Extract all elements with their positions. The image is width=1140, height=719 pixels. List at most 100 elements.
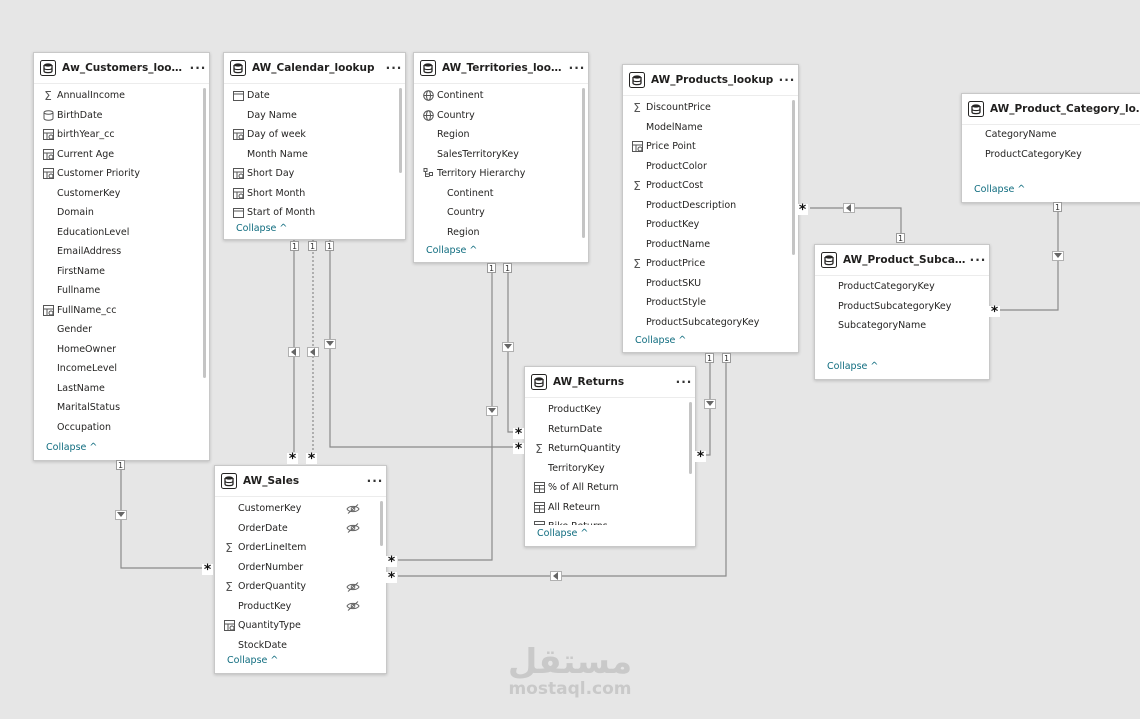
field-row[interactable]: Country (414, 203, 588, 223)
field-row[interactable]: CustomerKey (34, 184, 209, 204)
field-row[interactable]: ProductCategoryKey (815, 277, 989, 297)
field-row[interactable]: EducationLevel (34, 223, 209, 243)
field-row[interactable]: FullName_cc (34, 301, 209, 321)
more-options-icon[interactable]: ··· (383, 61, 405, 75)
field-row[interactable]: Continent (414, 184, 588, 204)
field-row[interactable]: Day of week (224, 125, 405, 145)
field-row[interactable]: ProductSKU (623, 274, 798, 294)
field-row[interactable]: Customer Priority (34, 164, 209, 184)
field-row[interactable]: FirstName (34, 262, 209, 282)
model-canvas[interactable]: Aw_Customers_lookup ··· Σ AnnualIncome Bir… (0, 0, 1140, 719)
field-row[interactable]: Σ ProductCost (623, 176, 798, 196)
field-row[interactable]: Σ OrderQuantity (215, 577, 386, 597)
field-row[interactable]: ProductDescription (623, 196, 798, 216)
field-row[interactable]: SalesTerritoryKey (414, 145, 588, 165)
field-row[interactable]: Bike Returns (525, 517, 695, 525)
collapse-button[interactable]: Collapse ^ (46, 442, 97, 453)
table-calendar[interactable]: AW_Calendar_lookup ··· Date Day Name Day o… (223, 52, 406, 240)
field-row[interactable]: ProductKey (623, 215, 798, 235)
field-row[interactable]: EmailAddress (34, 242, 209, 262)
collapse-button[interactable]: Collapse ^ (635, 335, 686, 346)
field-row[interactable]: ModelName (623, 118, 798, 138)
field-row[interactable]: StockDate (215, 636, 386, 655)
field-row[interactable]: ProductKey (525, 400, 695, 420)
table-header[interactable]: AW_Product_Subcatego... ··· (815, 245, 989, 276)
collapse-button[interactable]: Collapse ^ (426, 245, 477, 256)
hidden-field-icon[interactable] (346, 601, 360, 612)
more-options-icon[interactable]: ··· (364, 474, 386, 488)
hidden-field-icon[interactable] (346, 581, 360, 592)
field-row[interactable]: OrderNumber (215, 558, 386, 578)
field-row[interactable]: Region (414, 223, 588, 242)
field-row[interactable]: Country (414, 106, 588, 126)
field-row[interactable]: IncomeLevel (34, 359, 209, 379)
more-options-icon[interactable]: ··· (967, 253, 989, 267)
scrollbar[interactable] (792, 100, 795, 255)
scrollbar[interactable] (203, 88, 206, 378)
field-row[interactable]: Territory Hierarchy (414, 164, 588, 184)
scrollbar[interactable] (399, 88, 402, 173)
collapse-button[interactable]: Collapse ^ (227, 655, 278, 666)
field-row[interactable]: ProductName (623, 235, 798, 255)
table-customers[interactable]: Aw_Customers_lookup ··· Σ AnnualIncome Bir… (33, 52, 210, 461)
field-row[interactable]: CustomerKey (215, 499, 386, 519)
field-row[interactable]: Start of Month (224, 203, 405, 218)
field-row[interactable]: Σ AnnualIncome (34, 86, 209, 106)
table-header[interactable]: Aw_Customers_lookup ··· (34, 53, 209, 84)
collapse-button[interactable]: Collapse ^ (537, 528, 588, 539)
field-row[interactable]: ProductStyle (623, 293, 798, 313)
more-options-icon[interactable]: ··· (673, 375, 695, 389)
field-row[interactable]: All Reteurn (525, 498, 695, 518)
field-row[interactable]: Occupation (34, 418, 209, 438)
field-row[interactable]: CategoryName (962, 125, 1140, 145)
table-products[interactable]: AW_Products_lookup ··· Σ DiscountPrice Mod… (622, 64, 799, 353)
table-header[interactable]: AW_Sales ··· (215, 466, 386, 497)
field-row[interactable]: Σ ReturnQuantity (525, 439, 695, 459)
more-options-icon[interactable]: ··· (776, 73, 798, 87)
table-header[interactable]: AW_Territories_lookup ··· (414, 53, 588, 84)
field-row[interactable]: Price Point (623, 137, 798, 157)
collapse-button[interactable]: Collapse ^ (236, 223, 287, 234)
field-row[interactable]: Gender (34, 320, 209, 340)
field-row[interactable]: ProductColor (623, 157, 798, 177)
scrollbar[interactable] (582, 88, 585, 238)
field-row[interactable]: ProductSubcategoryKey (623, 313, 798, 333)
field-row[interactable]: Fullname (34, 281, 209, 301)
table-header[interactable]: AW_Returns ··· (525, 367, 695, 398)
field-row[interactable]: % of All Return (525, 478, 695, 498)
table-sales[interactable]: AW_Sales ··· CustomerKey OrderDate Σ OrderL… (214, 465, 387, 674)
field-row[interactable]: Current Age (34, 145, 209, 165)
collapse-button[interactable]: Collapse ^ (827, 361, 878, 372)
field-row[interactable]: Region (414, 125, 588, 145)
scrollbar[interactable] (380, 501, 383, 546)
field-row[interactable]: ProductKey (215, 597, 386, 617)
table-product-subcategory[interactable]: AW_Product_Subcatego... ··· ProductCateg… (814, 244, 990, 380)
table-header[interactable]: AW_Calendar_lookup ··· (224, 53, 405, 84)
field-row[interactable]: Short Month (224, 184, 405, 204)
field-row[interactable]: Domain (34, 203, 209, 223)
field-row[interactable]: Continent (414, 86, 588, 106)
table-territories[interactable]: AW_Territories_lookup ··· Continent Count… (413, 52, 589, 263)
field-row[interactable]: Σ OrderLineItem (215, 538, 386, 558)
field-row[interactable]: ProductCategoryKey (962, 145, 1140, 165)
field-row[interactable]: MaritalStatus (34, 398, 209, 418)
field-row[interactable]: Short Day (224, 164, 405, 184)
more-options-icon[interactable]: ··· (566, 61, 588, 75)
field-row[interactable]: ProductSubcategoryKey (815, 297, 989, 317)
scrollbar[interactable] (689, 402, 692, 474)
field-row[interactable]: SubcategoryName (815, 316, 989, 336)
field-row[interactable]: Σ DiscountPrice (623, 98, 798, 118)
table-returns[interactable]: AW_Returns ··· ProductKey ReturnDate Σ Retu… (524, 366, 696, 547)
field-row[interactable]: Σ ProductPrice (623, 254, 798, 274)
field-row[interactable]: OrderDate (215, 519, 386, 539)
field-row[interactable]: QuantityType (215, 616, 386, 636)
hidden-field-icon[interactable] (346, 523, 360, 534)
table-header[interactable]: AW_Product_Category_lookup (962, 94, 1140, 125)
field-row[interactable]: Day Name (224, 106, 405, 126)
field-row[interactable]: LastName (34, 379, 209, 399)
collapse-button[interactable]: Collapse ^ (974, 184, 1025, 195)
field-row[interactable]: Date (224, 86, 405, 106)
field-row[interactable]: TerritoryKey (525, 459, 695, 479)
more-options-icon[interactable]: ··· (187, 61, 209, 75)
field-row[interactable]: BirthDate (34, 106, 209, 126)
